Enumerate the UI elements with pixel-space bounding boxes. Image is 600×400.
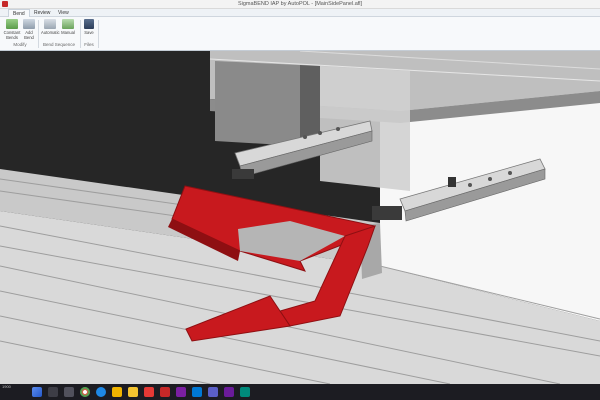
- group-divider: [80, 20, 81, 48]
- tab-bend[interactable]: Bend: [8, 9, 30, 17]
- group-divider: [38, 20, 39, 48]
- search-icon[interactable]: [48, 387, 58, 397]
- automatic-icon: [44, 19, 56, 29]
- status-bar-text: 1900: [2, 384, 11, 389]
- task-view-icon[interactable]: [64, 387, 74, 397]
- backgauge-clamp-left: [232, 169, 254, 179]
- tab-review[interactable]: Review: [30, 9, 54, 17]
- automatic-button[interactable]: Automatic: [41, 19, 60, 35]
- backgauge-clamp-right: [372, 206, 402, 220]
- tab-view[interactable]: View: [54, 9, 73, 17]
- autopol-icon[interactable]: [160, 387, 170, 397]
- manual-button[interactable]: Manual: [60, 19, 76, 35]
- ribbon-tabs: Bend Review View: [0, 9, 600, 17]
- group-divider: [98, 20, 99, 48]
- start-icon[interactable]: [32, 387, 42, 397]
- file-explorer-icon[interactable]: [128, 387, 138, 397]
- constant-bends-label: Constant Bends: [3, 30, 21, 40]
- constant-bends-icon: [6, 19, 18, 29]
- edge-icon[interactable]: [96, 387, 106, 397]
- save-label: Save: [84, 30, 94, 35]
- backgauge-hole: [318, 131, 322, 135]
- taskbar: 1900: [0, 384, 600, 400]
- outlook-icon[interactable]: [192, 387, 202, 397]
- app-icon[interactable]: [240, 387, 250, 397]
- backgauge-hole: [468, 183, 472, 187]
- 3d-scene: [0, 51, 600, 384]
- constant-bends-button[interactable]: Constant Bends: [3, 19, 21, 40]
- add-bend-label: Add Bend: [24, 30, 34, 40]
- add-bend-icon: [23, 19, 35, 29]
- window-title: SigmaBEND IAP by AutoPOL - [MainSidePane…: [237, 1, 363, 7]
- teams-icon[interactable]: [208, 387, 218, 397]
- manual-icon: [62, 19, 74, 29]
- title-bar: SigmaBEND IAP by AutoPOL - [MainSidePane…: [0, 0, 600, 9]
- backgauge-hole: [336, 127, 340, 131]
- group-label-files: Files: [84, 42, 94, 47]
- add-bend-button[interactable]: Add Bend: [22, 19, 36, 40]
- backgauge-hole: [303, 135, 307, 139]
- manual-label: Manual: [61, 30, 75, 35]
- backgauge-hole: [508, 171, 512, 175]
- wifi-icon[interactable]: [112, 387, 122, 397]
- 3d-viewport[interactable]: [0, 51, 600, 384]
- group-label-bend-sequence: Bend Sequence: [42, 42, 76, 47]
- save-icon: [84, 19, 94, 29]
- app-icon[interactable]: [144, 387, 154, 397]
- automatic-label: Automatic: [41, 30, 60, 35]
- save-button[interactable]: Save: [83, 19, 95, 35]
- ribbon: Constant Bends Add Bend Modify Automatic…: [0, 17, 600, 51]
- backgauge-pin: [448, 177, 456, 187]
- app-icon[interactable]: [224, 387, 234, 397]
- backgauge-hole: [488, 177, 492, 181]
- app-icon[interactable]: [176, 387, 186, 397]
- group-label-modify: Modify: [13, 42, 27, 47]
- chrome-icon[interactable]: [80, 387, 90, 397]
- upper-tool-block: [215, 61, 300, 146]
